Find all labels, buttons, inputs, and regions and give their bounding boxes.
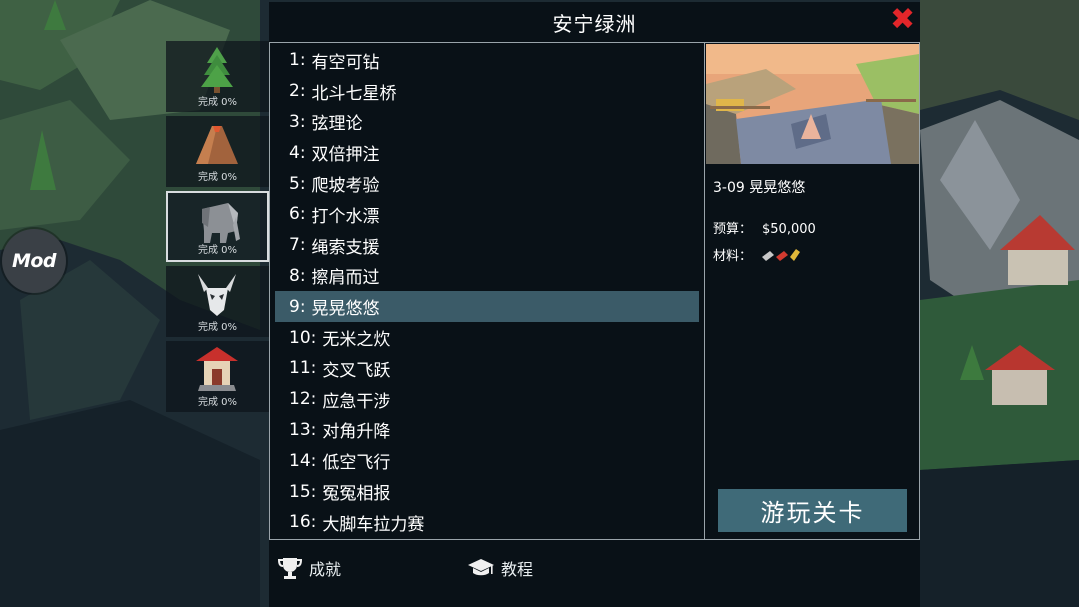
close-button[interactable]: ✖ xyxy=(890,5,915,35)
level-number: 15: xyxy=(289,481,317,502)
level-number: 6: xyxy=(289,204,306,225)
materials-icons xyxy=(762,248,801,261)
achievements-button[interactable]: 成就 xyxy=(277,556,341,580)
level-row[interactable]: 3: 弦理论 xyxy=(275,107,699,138)
level-row[interactable]: 1: 有空可钻 xyxy=(275,45,699,76)
level-detail-panel: 3-09 晃晃悠悠 预算： $50,000 材料： 游玩关卡 xyxy=(705,42,920,540)
level-name: 对角升降 xyxy=(322,422,391,443)
world-item-volcano[interactable]: 完成 0% xyxy=(166,116,269,187)
dialog-title: 安宁绿洲 xyxy=(552,11,637,36)
elephant-icon xyxy=(202,203,240,243)
world-list: 完成 0% 完成 0% 完成 0% 完成 0% 完成 0% xyxy=(166,41,269,416)
level-number: 4: xyxy=(289,142,306,163)
world-progress: 完成 0% xyxy=(197,172,238,183)
world-item-savanna[interactable]: 完成 0% xyxy=(166,191,269,262)
world-item-temple[interactable]: 完成 0% xyxy=(166,341,269,412)
tutorial-button[interactable]: 教程 xyxy=(467,556,533,580)
level-row[interactable]: 10: 无米之炊 xyxy=(275,322,699,353)
level-row[interactable]: 5: 爬坡考验 xyxy=(275,168,699,199)
wood-material-icon xyxy=(776,250,789,261)
level-name: 双倍押注 xyxy=(311,145,380,166)
level-number: 2: xyxy=(289,81,306,102)
level-row[interactable]: 16: 大脚车拉力赛 xyxy=(275,507,699,538)
steel-material-icon xyxy=(790,248,801,261)
level-name: 擦肩而过 xyxy=(311,268,380,289)
level-name: 无米之炊 xyxy=(322,330,391,351)
level-number: 7: xyxy=(289,235,306,256)
level-preview-image xyxy=(706,44,919,164)
materials-label: 材料： xyxy=(713,249,753,264)
world-progress: 完成 0% xyxy=(197,322,238,333)
budget-info: 预算： $50,000 xyxy=(713,218,816,237)
level-row[interactable]: 4: 双倍押注 xyxy=(275,137,699,168)
level-name: 北斗七星桥 xyxy=(311,83,397,104)
level-row[interactable]: 13: 对角升降 xyxy=(275,415,699,446)
level-number: 9: xyxy=(289,296,306,317)
level-name: 绳索支援 xyxy=(311,237,380,258)
world-item-desert-skull[interactable]: 完成 0% xyxy=(166,266,269,337)
world-progress: 完成 0% xyxy=(197,245,238,256)
skull-icon xyxy=(198,274,236,316)
level-name: 弦理论 xyxy=(311,114,363,135)
level-row[interactable]: 14: 低空飞行 xyxy=(275,445,699,476)
level-row[interactable]: 15: 冤冤相报 xyxy=(275,476,699,507)
level-row[interactable]: 6: 打个水漂 xyxy=(275,199,699,230)
level-number: 14: xyxy=(289,450,317,471)
level-number: 8: xyxy=(289,265,306,286)
level-row[interactable]: 12: 应急干涉 xyxy=(275,384,699,415)
materials-info: 材料： xyxy=(713,245,804,264)
level-name: 低空飞行 xyxy=(322,453,391,474)
level-row[interactable]: 7: 绳索支援 xyxy=(275,230,699,261)
level-row[interactable]: 11: 交叉飞跃 xyxy=(275,353,699,384)
level-name: 冤冤相报 xyxy=(322,484,391,505)
pine-tree-icon xyxy=(201,47,233,93)
graduation-cap-icon xyxy=(468,559,494,576)
world-progress: 完成 0% xyxy=(197,97,238,108)
level-name: 应急干涉 xyxy=(322,391,391,412)
level-number: 12: xyxy=(289,389,317,410)
road-material-icon xyxy=(762,250,775,261)
pagoda-icon xyxy=(196,347,238,391)
trophy-icon xyxy=(277,558,303,579)
world-progress: 完成 0% xyxy=(197,397,238,408)
level-number: 13: xyxy=(289,419,317,440)
selected-level-title: 3-09 晃晃悠悠 xyxy=(713,180,806,196)
dialog-footer: 成就 教程 xyxy=(269,552,920,592)
level-number: 16: xyxy=(289,512,317,533)
level-name: 有空可钻 xyxy=(311,52,380,73)
level-name: 爬坡考验 xyxy=(311,176,380,197)
level-row-selected[interactable]: 9: 晃晃悠悠 xyxy=(275,291,699,323)
tutorial-label: 教程 xyxy=(501,560,534,579)
level-row[interactable]: 8: 擦肩而过 xyxy=(275,261,699,292)
achievements-label: 成就 xyxy=(309,560,342,579)
level-name: 打个水漂 xyxy=(311,206,380,227)
level-number: 5: xyxy=(289,173,306,194)
level-list: 1: 有空可钻 2: 北斗七星桥 3: 弦理论 4: 双倍押注 5: 爬坡考验 6: 打个水… xyxy=(269,42,705,540)
level-number: 1: xyxy=(289,50,306,71)
level-number: 10: xyxy=(289,327,317,348)
level-row[interactable]: 2: 北斗七星桥 xyxy=(275,76,699,107)
level-name: 大脚车拉力赛 xyxy=(322,514,425,535)
world-item-forest[interactable]: 完成 0% xyxy=(166,41,269,112)
budget-value: $50,000 xyxy=(762,222,816,237)
level-number: 11: xyxy=(289,358,317,379)
level-name: 交叉飞跃 xyxy=(322,360,391,381)
volcano-icon xyxy=(196,126,238,164)
level-select-dialog: 安宁绿洲 ✖ 1: 有空可钻 2: 北斗七星桥 3: 弦理论 4: 双倍押注 5: 爬坡考… xyxy=(269,2,920,607)
level-name: 晃晃悠悠 xyxy=(311,299,380,320)
mod-button[interactable]: Mod xyxy=(2,229,66,293)
budget-label: 预算： xyxy=(713,222,753,237)
level-number: 3: xyxy=(289,111,306,132)
play-level-button[interactable]: 游玩关卡 xyxy=(718,489,907,532)
